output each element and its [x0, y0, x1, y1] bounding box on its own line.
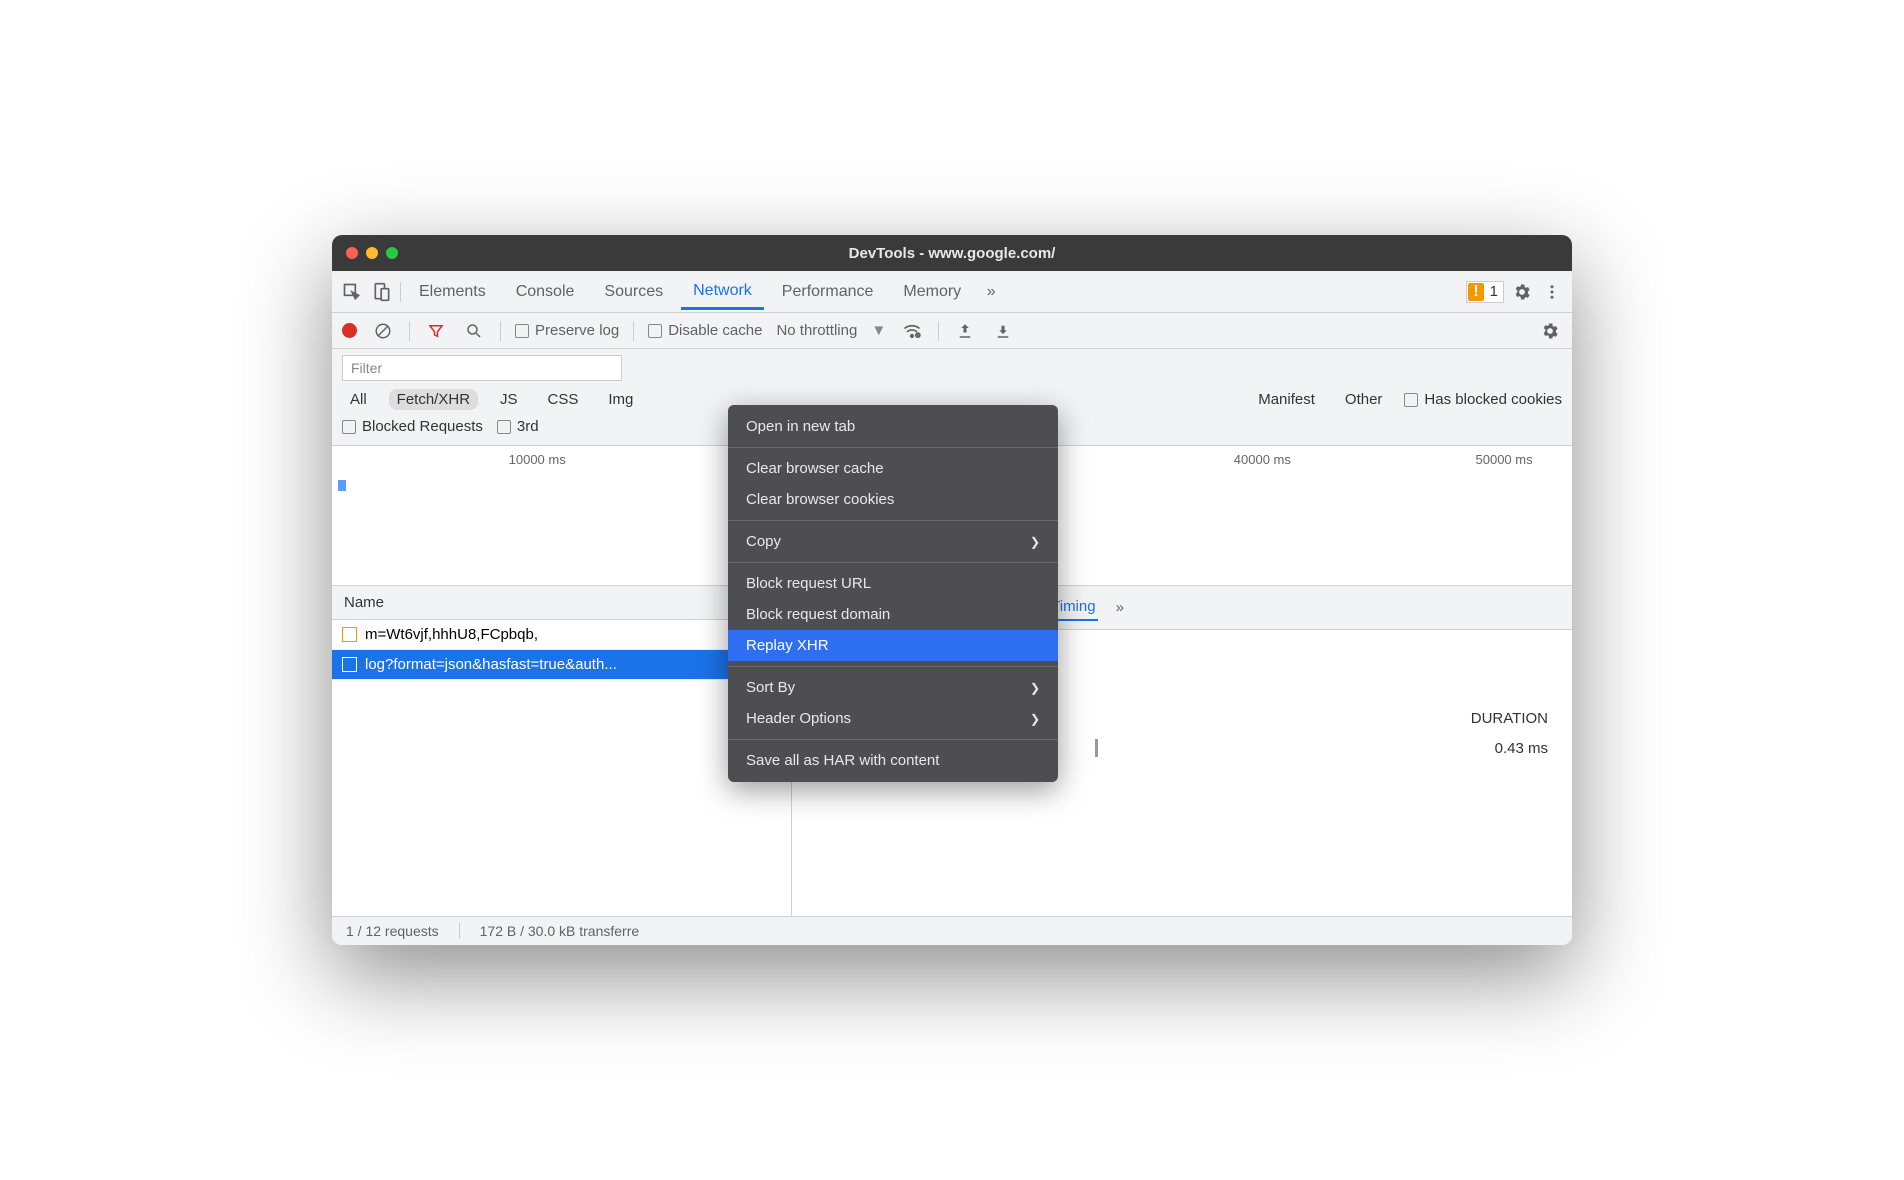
- divider: [400, 282, 401, 302]
- menu-item-copy[interactable]: Copy❯: [728, 526, 1058, 557]
- throttling-select[interactable]: No throttling: [776, 322, 857, 339]
- filter-type-all[interactable]: All: [342, 389, 375, 410]
- network-toolbar: Preserve log Disable cache No throttling…: [332, 313, 1572, 349]
- menu-item-save-all-as-har-with-content[interactable]: Save all as HAR with content: [728, 745, 1058, 776]
- record-button[interactable]: [342, 323, 357, 338]
- menu-separator: [728, 520, 1058, 521]
- request-row[interactable]: m=Wt6vjf,hhhU8,FCpbqb,: [332, 620, 791, 650]
- menu-separator: [728, 447, 1058, 448]
- close-window-button[interactable]: [346, 247, 358, 259]
- chevron-right-icon: ❯: [1030, 712, 1040, 726]
- tab-console[interactable]: Console: [504, 275, 587, 309]
- tab-network[interactable]: Network: [681, 274, 764, 310]
- filter-type-js[interactable]: JS: [492, 389, 526, 410]
- request-list-panel: Name m=Wt6vjf,hhhU8,FCpbqb, log?format=j…: [332, 586, 792, 916]
- minimize-window-button[interactable]: [366, 247, 378, 259]
- network-conditions-icon[interactable]: [900, 319, 924, 343]
- warning-badge[interactable]: ! 1: [1466, 281, 1504, 303]
- kebab-menu-icon[interactable]: [1540, 280, 1564, 304]
- menu-separator: [728, 666, 1058, 667]
- filter-type-other[interactable]: Other: [1337, 389, 1391, 410]
- more-tabs-icon[interactable]: »: [979, 280, 1003, 304]
- chevron-right-icon: ❯: [1030, 535, 1040, 549]
- tab-sources[interactable]: Sources: [592, 275, 675, 309]
- third-party-checkbox[interactable]: 3rd: [497, 418, 539, 435]
- dropdown-icon[interactable]: ▼: [871, 322, 886, 339]
- filter-type-manifest[interactable]: Manifest: [1250, 389, 1323, 410]
- settings-icon[interactable]: [1510, 280, 1534, 304]
- filter-type-img[interactable]: Img: [600, 389, 641, 410]
- menu-item-open-in-new-tab[interactable]: Open in new tab: [728, 411, 1058, 442]
- queueing-duration: 0.43 ms: [1495, 740, 1548, 757]
- menu-item-block-request-domain[interactable]: Block request domain: [728, 599, 1058, 630]
- upload-har-icon[interactable]: [953, 319, 977, 343]
- window-title: DevTools - www.google.com/: [332, 245, 1572, 262]
- menu-item-clear-browser-cache[interactable]: Clear browser cache: [728, 453, 1058, 484]
- menu-separator: [728, 562, 1058, 563]
- timeline-marker: [338, 480, 346, 491]
- inspect-element-icon[interactable]: [340, 280, 364, 304]
- duration-header: DURATION: [1471, 710, 1548, 727]
- download-har-icon[interactable]: [991, 319, 1015, 343]
- traffic-lights: [346, 247, 398, 259]
- name-column-header[interactable]: Name: [332, 586, 791, 620]
- menu-item-replay-xhr[interactable]: Replay XHR: [728, 630, 1058, 661]
- device-toggle-icon[interactable]: [370, 280, 394, 304]
- titlebar: DevTools - www.google.com/: [332, 235, 1572, 271]
- menu-separator: [728, 739, 1058, 740]
- menu-item-clear-browser-cookies[interactable]: Clear browser cookies: [728, 484, 1058, 515]
- filter-type-css[interactable]: CSS: [540, 389, 587, 410]
- tab-performance[interactable]: Performance: [770, 275, 886, 309]
- menu-item-header-options[interactable]: Header Options❯: [728, 703, 1058, 734]
- script-file-icon: [342, 627, 357, 642]
- context-menu: Open in new tab Clear browser cacheClear …: [728, 405, 1058, 782]
- tab-memory[interactable]: Memory: [891, 275, 973, 309]
- menu-item-block-request-url[interactable]: Block request URL: [728, 568, 1058, 599]
- preserve-log-checkbox[interactable]: Preserve log: [515, 322, 619, 339]
- main-tabs: Elements Console Sources Network Perform…: [332, 271, 1572, 313]
- filter-type-fetch-xhr[interactable]: Fetch/XHR: [389, 389, 478, 410]
- devtools-window: DevTools - www.google.com/ Elements Cons…: [332, 235, 1572, 945]
- status-bar: 1 / 12 requests 172 B / 30.0 kB transfer…: [332, 916, 1572, 945]
- has-blocked-cookies-checkbox[interactable]: Has blocked cookies: [1404, 391, 1562, 408]
- more-detail-tabs-icon[interactable]: »: [1116, 599, 1124, 616]
- request-count: 1 / 12 requests: [346, 923, 439, 939]
- clear-icon[interactable]: [371, 319, 395, 343]
- chevron-right-icon: ❯: [1030, 681, 1040, 695]
- disable-cache-checkbox[interactable]: Disable cache: [648, 322, 762, 339]
- xhr-file-icon: [342, 657, 357, 672]
- maximize-window-button[interactable]: [386, 247, 398, 259]
- filter-input[interactable]: Filter: [342, 355, 622, 381]
- blocked-requests-checkbox[interactable]: Blocked Requests: [342, 418, 483, 435]
- filter-icon[interactable]: [424, 319, 448, 343]
- menu-item-sort-by[interactable]: Sort By❯: [728, 672, 1058, 703]
- request-row[interactable]: log?format=json&hasfast=true&auth...: [332, 650, 791, 680]
- queueing-bar: [1095, 739, 1098, 757]
- transferred-bytes: 172 B / 30.0 kB transferre: [480, 923, 640, 939]
- tab-elements[interactable]: Elements: [407, 275, 498, 309]
- search-icon[interactable]: [462, 319, 486, 343]
- network-settings-icon[interactable]: [1538, 319, 1562, 343]
